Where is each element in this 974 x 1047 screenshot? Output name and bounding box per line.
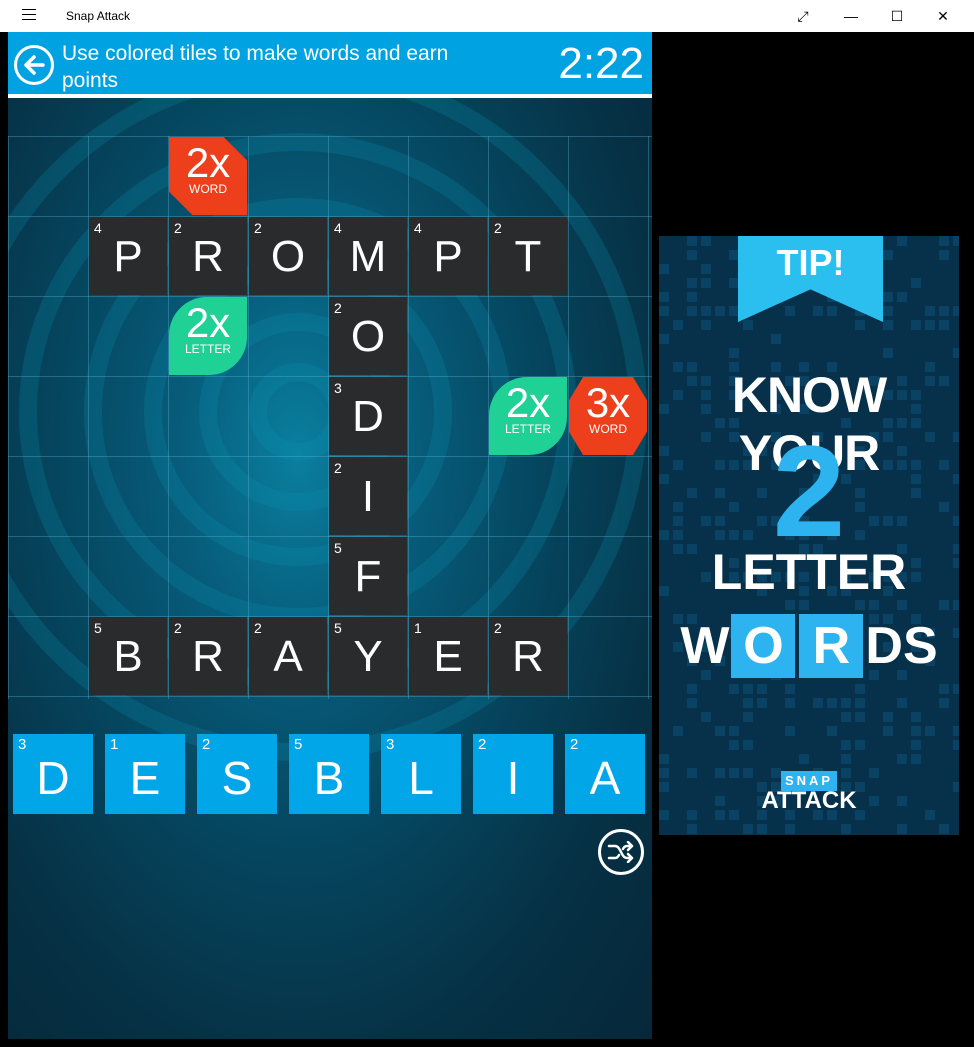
tile-letter: O [350, 312, 386, 361]
board-tile[interactable]: 5B [89, 617, 167, 695]
tile-letter: A [589, 752, 621, 804]
grid-line [8, 696, 652, 697]
bonus-kind: WORD [189, 182, 227, 196]
game-board: 4 P 2 R 2 O 4 M 4 P 2 T 2 O 3 D 2 I 5 F 5 B 2 R 2 A 5 Y 1 E 2 R 2x WORD 2x… [8, 136, 652, 699]
instruction-text: Use colored tiles to make words and earn… [62, 42, 449, 92]
tip-heading: TIP! [776, 242, 845, 283]
tile-letter: R [512, 632, 544, 681]
grid-line [648, 136, 649, 699]
tile-letter: F [354, 552, 382, 601]
maximize-button[interactable]: ☐ [874, 0, 920, 32]
rack-tile[interactable]: 1E [105, 734, 185, 814]
tile-letter: R [192, 232, 224, 281]
tile-letter: Y [353, 632, 383, 681]
tile-letter: I [506, 752, 520, 804]
tile-letter: E [433, 632, 463, 681]
tile-letter: B [113, 632, 143, 681]
bonus-tile[interactable]: 2x LETTER [169, 297, 247, 375]
tile-letter: D [36, 752, 70, 804]
bonus-multiplier: 2x [185, 139, 231, 186]
rack-tile[interactable]: 2S [197, 734, 277, 814]
board-tile[interactable]: 5F [329, 537, 407, 615]
bonus-kind: WORD [589, 422, 627, 436]
menu-icon[interactable] [22, 9, 36, 21]
bonus-multiplier: 2x [505, 379, 551, 426]
tile-letter: I [361, 472, 375, 521]
bonus-kind: LETTER [504, 422, 551, 436]
tile-letter: P [113, 232, 143, 281]
tile-letter: P [433, 232, 463, 281]
game-area: Use colored tiles to make words and earn… [8, 32, 652, 1039]
bonus-tile[interactable]: 2x LETTER [489, 377, 567, 455]
bonus-tile[interactable]: 3x WORD [569, 377, 647, 455]
tile-letter: R [192, 632, 224, 681]
expand-icon[interactable]: ⤢ [780, 0, 826, 32]
tile-letter: M [349, 232, 387, 281]
board-tile[interactable]: 4P [89, 217, 167, 295]
board-tile[interactable]: 4M [329, 217, 407, 295]
tile-letter: O [270, 232, 306, 281]
board-tile[interactable]: 4P [409, 217, 487, 295]
tip-word-prefix: W [680, 617, 730, 675]
rack-tile[interactable]: 3D [13, 734, 93, 814]
board-tile[interactable]: 2O [249, 217, 327, 295]
arrow-left-icon [24, 55, 45, 75]
bonus-multiplier: 3x [585, 379, 631, 426]
close-button[interactable]: ✕ [920, 0, 966, 32]
minimize-button[interactable]: — [828, 0, 874, 32]
tip-word-suffix: DS [865, 617, 938, 675]
shuffle-button[interactable] [598, 829, 644, 875]
bonus-multiplier: 2x [185, 299, 231, 346]
board-tile[interactable]: 2R [169, 217, 247, 295]
window-titlebar: Snap Attack ⤢ — ☐ ✕ [0, 0, 974, 32]
header-bar: Use colored tiles to make words and earn… [8, 32, 652, 98]
tip-word-highlight-o: O [731, 614, 796, 678]
board-tile[interactable]: 2R [489, 617, 567, 695]
tip-line-words: W O R DS [659, 614, 959, 678]
board-tile[interactable]: 3D [329, 377, 407, 455]
logo-attack: ATTACK [761, 787, 857, 814]
tile-letter: A [273, 632, 303, 681]
tile-letter: L [408, 752, 434, 804]
tip-line-letter: LETTER [711, 544, 907, 600]
rack-tile[interactable]: 2I [473, 734, 553, 814]
bonus-tile[interactable]: 2x WORD [169, 137, 247, 215]
tile-letter: E [129, 752, 161, 804]
window-title: Snap Attack [66, 9, 131, 23]
board-tile[interactable]: 2R [169, 617, 247, 695]
tip-number: 2 [772, 418, 846, 564]
board-tile[interactable]: 2O [329, 297, 407, 375]
grid-line [8, 136, 9, 699]
board-tile[interactable]: 2I [329, 457, 407, 535]
rack-tile[interactable]: 3L [381, 734, 461, 814]
tip-advertisement[interactable]: TIP! KNOW YOUR 2 LETTER W O R DS SNAP ATTAC… [659, 236, 959, 835]
snap-attack-logo: SNAP ATTACK [659, 771, 959, 814]
board-tile[interactable]: 1E [409, 617, 487, 695]
board-tile[interactable]: 5Y [329, 617, 407, 695]
tip-word-highlight-r: R [799, 614, 864, 678]
tile-letter: D [352, 392, 384, 441]
back-button[interactable] [14, 45, 54, 85]
board-tile[interactable]: 2T [489, 217, 567, 295]
countdown-timer: 2:22 [558, 39, 644, 88]
grid-line [8, 136, 652, 137]
bonus-kind: LETTER [184, 342, 231, 356]
rack-tile[interactable]: 5B [289, 734, 369, 814]
board-tile[interactable]: 2A [249, 617, 327, 695]
rack-tile[interactable]: 2A [565, 734, 645, 814]
grid-line [568, 136, 569, 699]
shuffle-icon [607, 841, 634, 863]
tile-letter: B [313, 752, 345, 804]
tile-letter: S [221, 752, 253, 804]
tile-letter: T [514, 232, 542, 281]
